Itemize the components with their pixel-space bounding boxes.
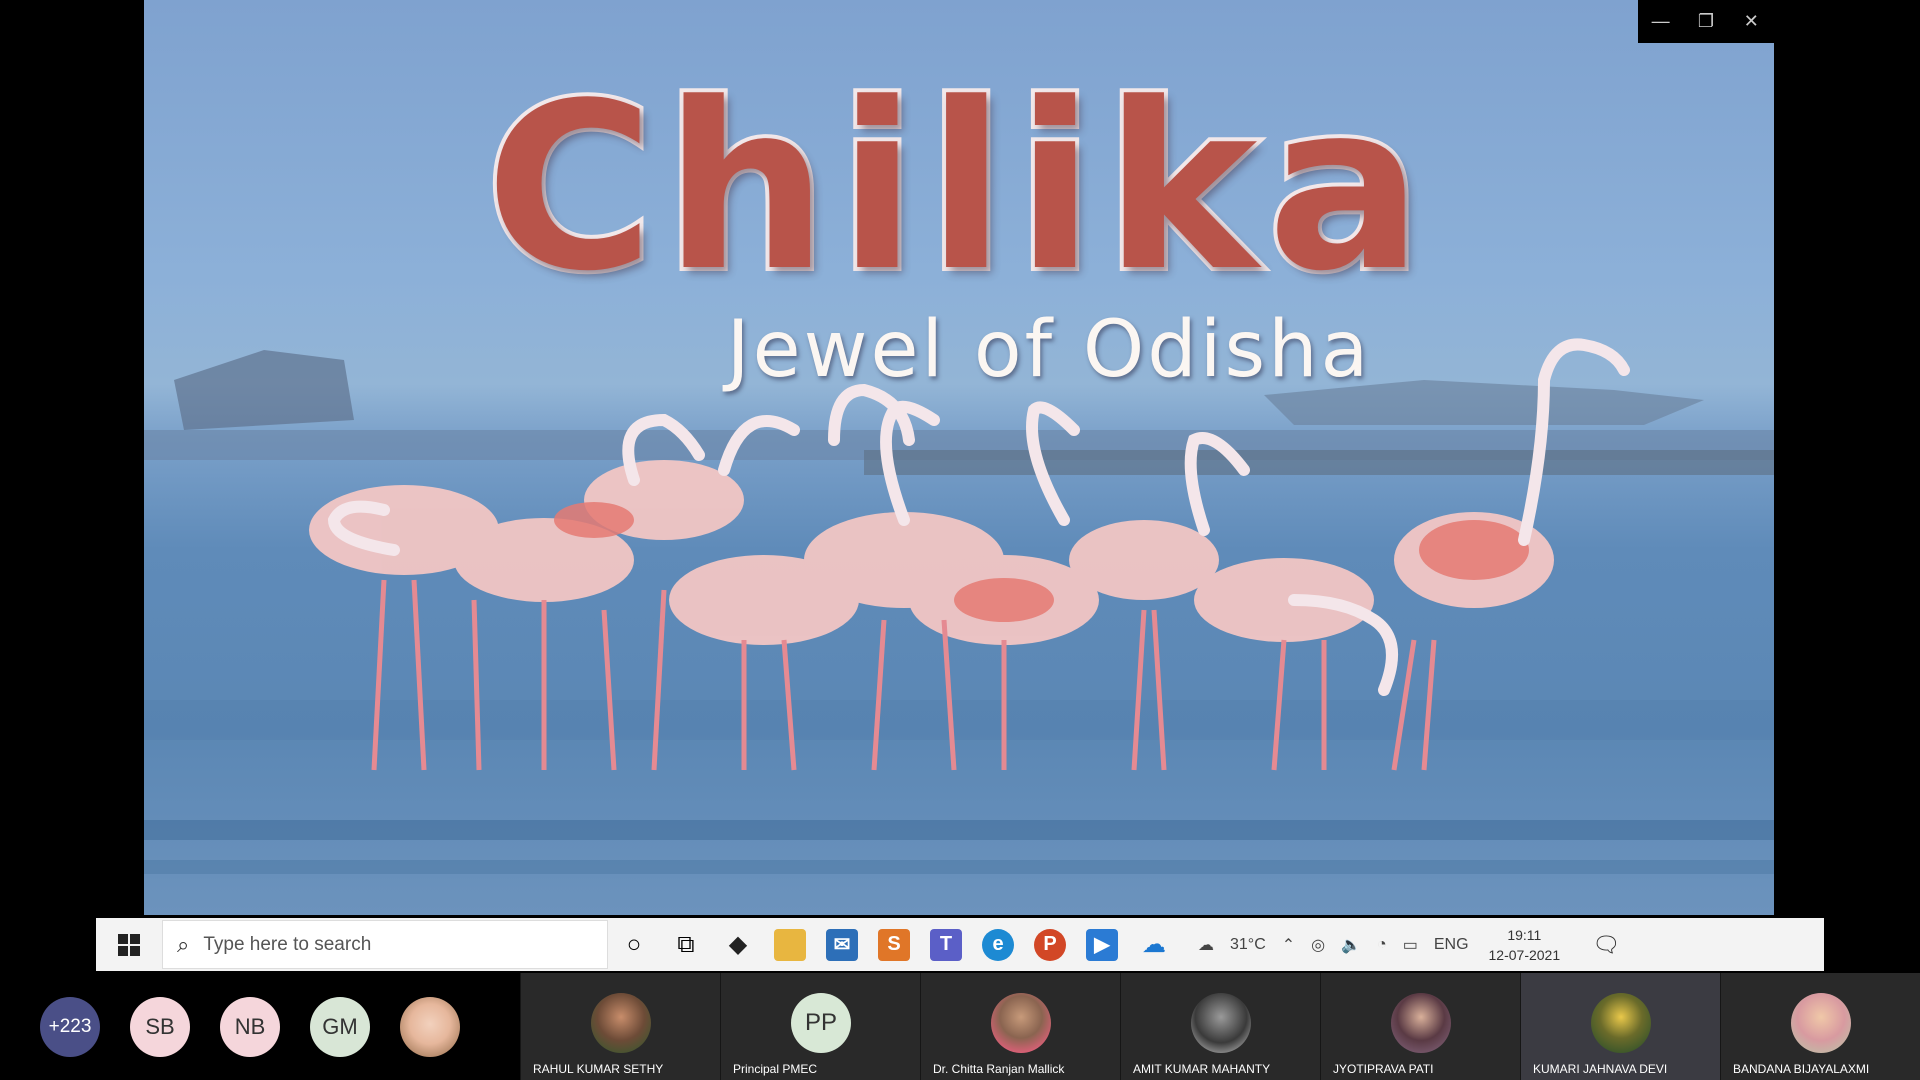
avatar[interactable]	[400, 996, 460, 1057]
avatar	[1191, 993, 1251, 1053]
close-icon[interactable]: ✕	[1736, 11, 1766, 32]
participant-tile[interactable]: BANDANA BIJAYALAXMI	[1720, 973, 1920, 1080]
participant-tile[interactable]: RAHUL KUMAR SETHY	[520, 973, 720, 1080]
screen-share-stage: Chilika Jewel of Odisha — ❐ ✕ ⌕ Type her…	[0, 0, 1920, 1080]
participant-tile[interactable]: Dr. Chitta Ranjan Mallick	[920, 973, 1120, 1080]
language-indicator[interactable]: ENG	[1434, 936, 1469, 954]
taskbar-clock[interactable]: 19:11 12-07-2021	[1489, 925, 1561, 965]
participant-name: KUMARI JAHNAVA DEVI	[1533, 1062, 1668, 1076]
volume-icon[interactable]: 🔈	[1341, 935, 1361, 955]
battery-icon[interactable]: ▭	[1403, 935, 1418, 955]
minimize-icon[interactable]: —	[1646, 11, 1676, 32]
participant-tile[interactable]: AMIT KUMAR MAHANTY	[1120, 973, 1320, 1080]
powerpoint-icon[interactable]: P	[1024, 918, 1076, 971]
participant-name: BANDANA BIJAYALAXMI	[1733, 1062, 1870, 1076]
avatar: PP	[791, 993, 851, 1053]
mail-icon[interactable]: ✉	[816, 918, 868, 971]
teams-icon[interactable]: T	[920, 918, 972, 971]
system-tray: ☁ 31°C ⌃ ◎ 🔈 ◔ ▭ ENG	[1190, 935, 1477, 955]
participant-name: AMIT KUMAR MAHANTY	[1133, 1062, 1271, 1076]
participant-strip: +223 SB NB GM RAHUL KUMAR SETHY PP Princ…	[0, 973, 1920, 1080]
windows-logo-icon	[118, 933, 140, 956]
chevron-up-icon[interactable]: ⌃	[1282, 935, 1295, 955]
start-button[interactable]	[96, 918, 162, 971]
taskbar: ⌕ Type here to search ○ ⧉ ◆ ✉ S T e P ▶ …	[96, 918, 1824, 971]
avatar	[591, 993, 651, 1053]
more-participants-avatar[interactable]: +223	[40, 996, 100, 1057]
cortana-icon[interactable]: ○	[608, 918, 660, 971]
avatar[interactable]: GM	[310, 996, 370, 1057]
participant-name: RAHUL KUMAR SETHY	[533, 1062, 664, 1076]
window-controls: — ❐ ✕	[1638, 0, 1774, 43]
dropbox-icon[interactable]: ◆	[712, 918, 764, 971]
participant-name: Principal PMEC	[733, 1062, 818, 1076]
search-placeholder: Type here to search	[203, 933, 372, 955]
avatar	[1391, 993, 1451, 1053]
taskbar-search-box[interactable]: ⌕ Type here to search	[162, 920, 608, 969]
avatar[interactable]: SB	[130, 996, 190, 1057]
wifi-icon[interactable]: ◔	[1377, 936, 1387, 954]
restore-icon[interactable]: ❐	[1691, 11, 1721, 32]
shared-slide: Chilika Jewel of Odisha	[144, 0, 1774, 915]
participant-name: Dr. Chitta Ranjan Mallick	[933, 1062, 1065, 1076]
clock-time: 19:11	[1507, 926, 1542, 943]
weather-icon: ☁	[1198, 936, 1214, 954]
avatar	[991, 993, 1051, 1053]
search-icon: ⌕	[177, 931, 190, 957]
notification-icon[interactable]: 🗨	[1586, 932, 1626, 958]
onedrive-icon[interactable]: ☁	[1128, 918, 1180, 971]
edge-icon[interactable]: e	[972, 918, 1024, 971]
weather-temp[interactable]: 31°C	[1230, 936, 1266, 954]
avatar	[1591, 993, 1651, 1053]
sway-icon[interactable]: S	[868, 918, 920, 971]
task-view-icon[interactable]: ⧉	[660, 918, 712, 971]
participant-tile[interactable]: JYOTIPRAVA PATI	[1320, 973, 1520, 1080]
participant-tile[interactable]: PP Principal PMEC	[720, 973, 920, 1080]
small-avatar-row: +223 SB NB GM	[0, 973, 520, 1080]
file-explorer-icon[interactable]	[764, 918, 816, 971]
avatar[interactable]: NB	[220, 996, 280, 1057]
slide-subtitle: Jewel of Odisha	[726, 305, 1372, 395]
clock-date: 12-07-2021	[1488, 946, 1561, 963]
participant-name: JYOTIPRAVA PATI	[1333, 1062, 1434, 1076]
media-app-icon[interactable]: ▶	[1076, 918, 1128, 971]
avatar	[1791, 993, 1851, 1053]
slide-title: Chilika	[481, 51, 1433, 326]
network-icon[interactable]: ◎	[1311, 935, 1325, 955]
participant-tile[interactable]: KUMARI JAHNAVA DEVI	[1520, 973, 1720, 1080]
